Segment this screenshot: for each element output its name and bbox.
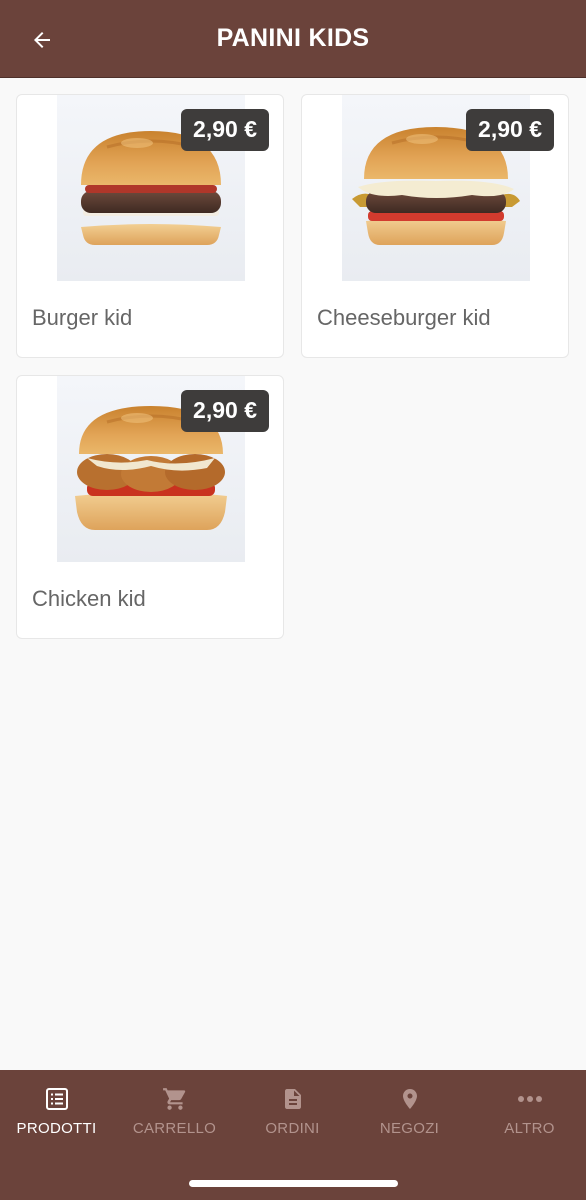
price-badge: 2,90 €: [181, 390, 269, 432]
nav-label: ALTRO: [504, 1120, 555, 1137]
cart-icon: [160, 1084, 190, 1114]
document-icon: [278, 1084, 308, 1114]
product-card-cheeseburger-kid[interactable]: 2,90 € Cheeseburger kid: [301, 94, 569, 358]
price-badge: 2,90 €: [466, 109, 554, 151]
nav-item-carrello[interactable]: CARRELLO: [116, 1084, 233, 1154]
location-pin-icon: [395, 1084, 425, 1114]
product-name: Burger kid: [32, 305, 133, 330]
price-badge: 2,90 €: [181, 109, 269, 151]
product-card-chicken-kid[interactable]: 2,90 € Chicken kid: [16, 375, 284, 639]
nav-item-altro[interactable]: ALTRO: [471, 1084, 586, 1154]
product-name: Chicken kid: [32, 586, 146, 611]
nav-item-negozi[interactable]: NEGOZI: [351, 1084, 468, 1154]
page-title: PANINI KIDS: [216, 24, 370, 52]
nav-label: NEGOZI: [379, 1120, 440, 1137]
nav-label: ORDINI: [265, 1120, 320, 1137]
product-card-burger-kid[interactable]: 2,90 € Burger kid: [16, 94, 284, 358]
nav-item-prodotti[interactable]: PRODOTTI: [0, 1084, 115, 1154]
product-name: Cheeseburger kid: [317, 305, 491, 330]
app-header: PANINI KIDS: [0, 0, 586, 78]
nav-label: CARRELLO: [132, 1120, 217, 1137]
nav-label: PRODOTTI: [16, 1120, 97, 1137]
more-dots-icon: [515, 1084, 545, 1114]
nav-item-ordini[interactable]: ORDINI: [234, 1084, 351, 1154]
list-icon: [42, 1084, 72, 1114]
home-indicator: [189, 1180, 398, 1187]
